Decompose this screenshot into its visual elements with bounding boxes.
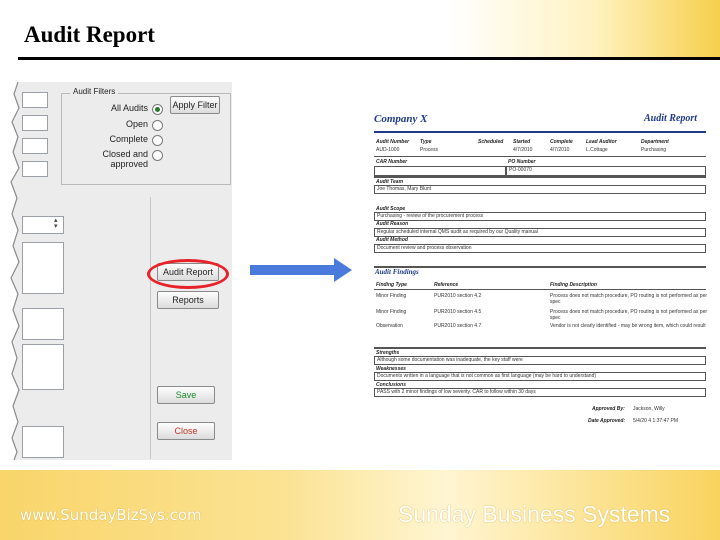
reports-button[interactable]: Reports	[157, 291, 219, 309]
radio-icon[interactable]	[152, 150, 163, 161]
section-text: Regular scheduled internal QMS audit as …	[377, 229, 538, 235]
radio-open[interactable]: Open	[66, 119, 163, 131]
section-heading: Audit Method	[376, 237, 408, 243]
report-title-rule	[374, 131, 706, 133]
findings-header-rule	[374, 289, 706, 290]
col-scheduled: Scheduled	[478, 139, 504, 145]
po-number-value: PO-00070	[509, 167, 532, 173]
report-company: Company X	[374, 113, 428, 125]
conclusions-text: PASS with 2 minor findings of low severi…	[377, 389, 536, 395]
header-rule	[18, 57, 720, 60]
notes-area-4[interactable]	[22, 426, 64, 458]
approved-by-value: Jackson, Willy	[633, 406, 665, 412]
arrow-shaft	[250, 265, 336, 275]
radio-icon[interactable]	[152, 120, 163, 131]
val-lead-auditor: L.Cottage	[586, 147, 608, 153]
audit-report-document: Company X Audit Report Audit Number Type…	[358, 104, 714, 438]
radio-complete[interactable]: Complete	[66, 134, 163, 146]
col-lead-auditor: Lead Auditor	[586, 139, 617, 145]
weaknesses-text: Documents written in a language that is …	[377, 373, 597, 379]
approved-date-label: Date Approved:	[588, 418, 626, 424]
section-rule	[374, 176, 706, 178]
strengths-rule	[374, 347, 706, 349]
finding-description: Process does not match procedure, PO rou…	[550, 293, 708, 305]
finding-description: Process does not match procedure, PO rou…	[550, 309, 708, 321]
notes-area-2[interactable]	[22, 308, 64, 340]
row-rule	[374, 156, 706, 157]
footer-url: www.SundayBizSys.com	[20, 506, 202, 524]
po-number-label: PO Number	[508, 159, 536, 165]
apply-filter-button[interactable]: Apply Filter	[170, 96, 220, 114]
col-type: Type	[420, 139, 432, 145]
findings-col-reference: Reference	[434, 282, 459, 288]
po-number-box	[506, 166, 706, 176]
close-button[interactable]: Close	[157, 422, 215, 440]
val-started: 4/7/2010	[513, 147, 533, 153]
radio-label: Open	[125, 119, 148, 129]
arrow-right-icon	[334, 258, 352, 282]
radio-label: Closed and approved	[102, 149, 148, 169]
car-number-label: CAR Number	[376, 159, 408, 165]
section-heading: Audit Reason	[376, 221, 409, 227]
col-started: Started	[513, 139, 531, 145]
radio-label: Complete	[109, 134, 148, 144]
approved-date-value: 5/4/20 4 1:37:47 PM	[633, 418, 679, 424]
section-text: Document review and process observation	[377, 245, 472, 251]
val-type: Process	[420, 147, 439, 153]
col-department: Department	[641, 139, 669, 145]
radio-label: All Audits	[110, 103, 148, 113]
finding-type: Observation	[376, 323, 403, 329]
panel-divider	[150, 197, 151, 459]
findings-col-type: Finding Type	[376, 282, 407, 288]
section-text: Purchasing - review of the procurement p…	[377, 213, 484, 219]
findings-heading: Audit Findings	[375, 268, 419, 276]
approved-by-label: Approved By:	[592, 406, 625, 412]
radio-all-audits[interactable]: All Audits	[66, 103, 163, 115]
save-button[interactable]: Save	[157, 386, 215, 404]
finding-type: Minor Finding	[376, 293, 407, 299]
notes-area-3[interactable]	[22, 344, 64, 390]
audit-filters-label: Audit Filters	[70, 87, 119, 96]
finding-reference: PUR2010 section 4.5	[434, 309, 482, 315]
radio-icon[interactable]	[152, 135, 163, 146]
notes-area-1[interactable]	[22, 242, 64, 294]
footer-company: Sunday Business Systems	[398, 501, 671, 527]
col-audit-number: Audit Number	[376, 139, 410, 145]
findings-rule	[374, 266, 706, 268]
highlight-oval	[147, 259, 229, 289]
torn-edge	[6, 82, 20, 460]
strengths-text: Although some documentation was inadequa…	[377, 357, 523, 363]
finding-type: Minor Finding	[376, 309, 407, 315]
finding-reference: PUR2010 section 4.7	[434, 323, 482, 329]
finding-description: Vendor is not clearly identified - may b…	[550, 323, 706, 329]
car-number-box	[374, 166, 506, 176]
radio-selected-icon[interactable]	[152, 104, 163, 115]
finding-reference: PUR2010 section 4.2	[434, 293, 482, 299]
findings-col-description: Finding Description	[550, 282, 597, 288]
col-complete: Complete	[550, 139, 573, 145]
radio-closed-approved[interactable]: Closed and approved	[66, 149, 163, 169]
val-audit-number: AUD-1000	[376, 147, 400, 153]
val-complete: 4/7/2010	[550, 147, 570, 153]
report-title: Audit Report	[644, 113, 698, 124]
val-department: Purchasing	[641, 147, 667, 153]
stepper-arrows-icon[interactable]: ▴ ▾	[54, 217, 58, 230]
slide-title: Audit Report	[24, 22, 155, 47]
audit-dialog: ▴ ▾ Audit Filters All Audits Open Complet…	[10, 82, 232, 460]
section-text: Joe Thomas, Mary Blunt	[377, 186, 432, 192]
